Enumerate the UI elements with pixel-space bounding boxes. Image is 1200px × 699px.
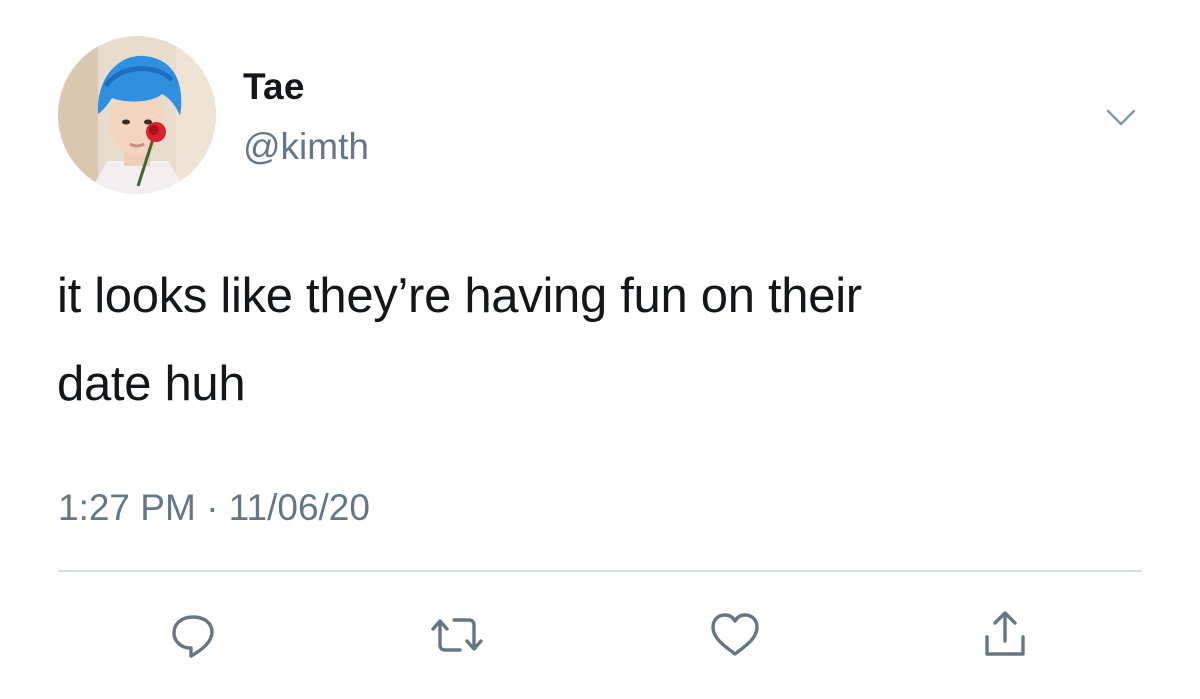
more-options-button[interactable] (1101, 100, 1141, 136)
tweet-text-line: it looks like they’re having fun on thei… (57, 269, 862, 323)
user-handle[interactable]: @kimth (243, 126, 369, 168)
retweet-button[interactable] (422, 600, 492, 670)
like-icon (711, 613, 759, 656)
share-button[interactable] (970, 600, 1040, 670)
tweet-timestamp[interactable]: 1:27 PM · 11/06/20 (58, 487, 370, 529)
avatar[interactable] (58, 36, 216, 194)
retweet-icon (431, 618, 483, 652)
share-icon (985, 611, 1025, 656)
display-name[interactable]: Tae (243, 66, 305, 108)
chevron-down-icon (1106, 109, 1136, 126)
tweet-text-line: date huh (57, 357, 246, 411)
tweet-card: Tae @kimth it looks like they’re having … (0, 0, 1200, 699)
divider (58, 570, 1142, 572)
reply-button[interactable] (158, 600, 228, 670)
like-button[interactable] (700, 600, 770, 670)
avatar-image (58, 36, 216, 194)
tweet-text: it looks like they’re having fun on thei… (57, 252, 1157, 428)
reply-icon (172, 615, 214, 658)
